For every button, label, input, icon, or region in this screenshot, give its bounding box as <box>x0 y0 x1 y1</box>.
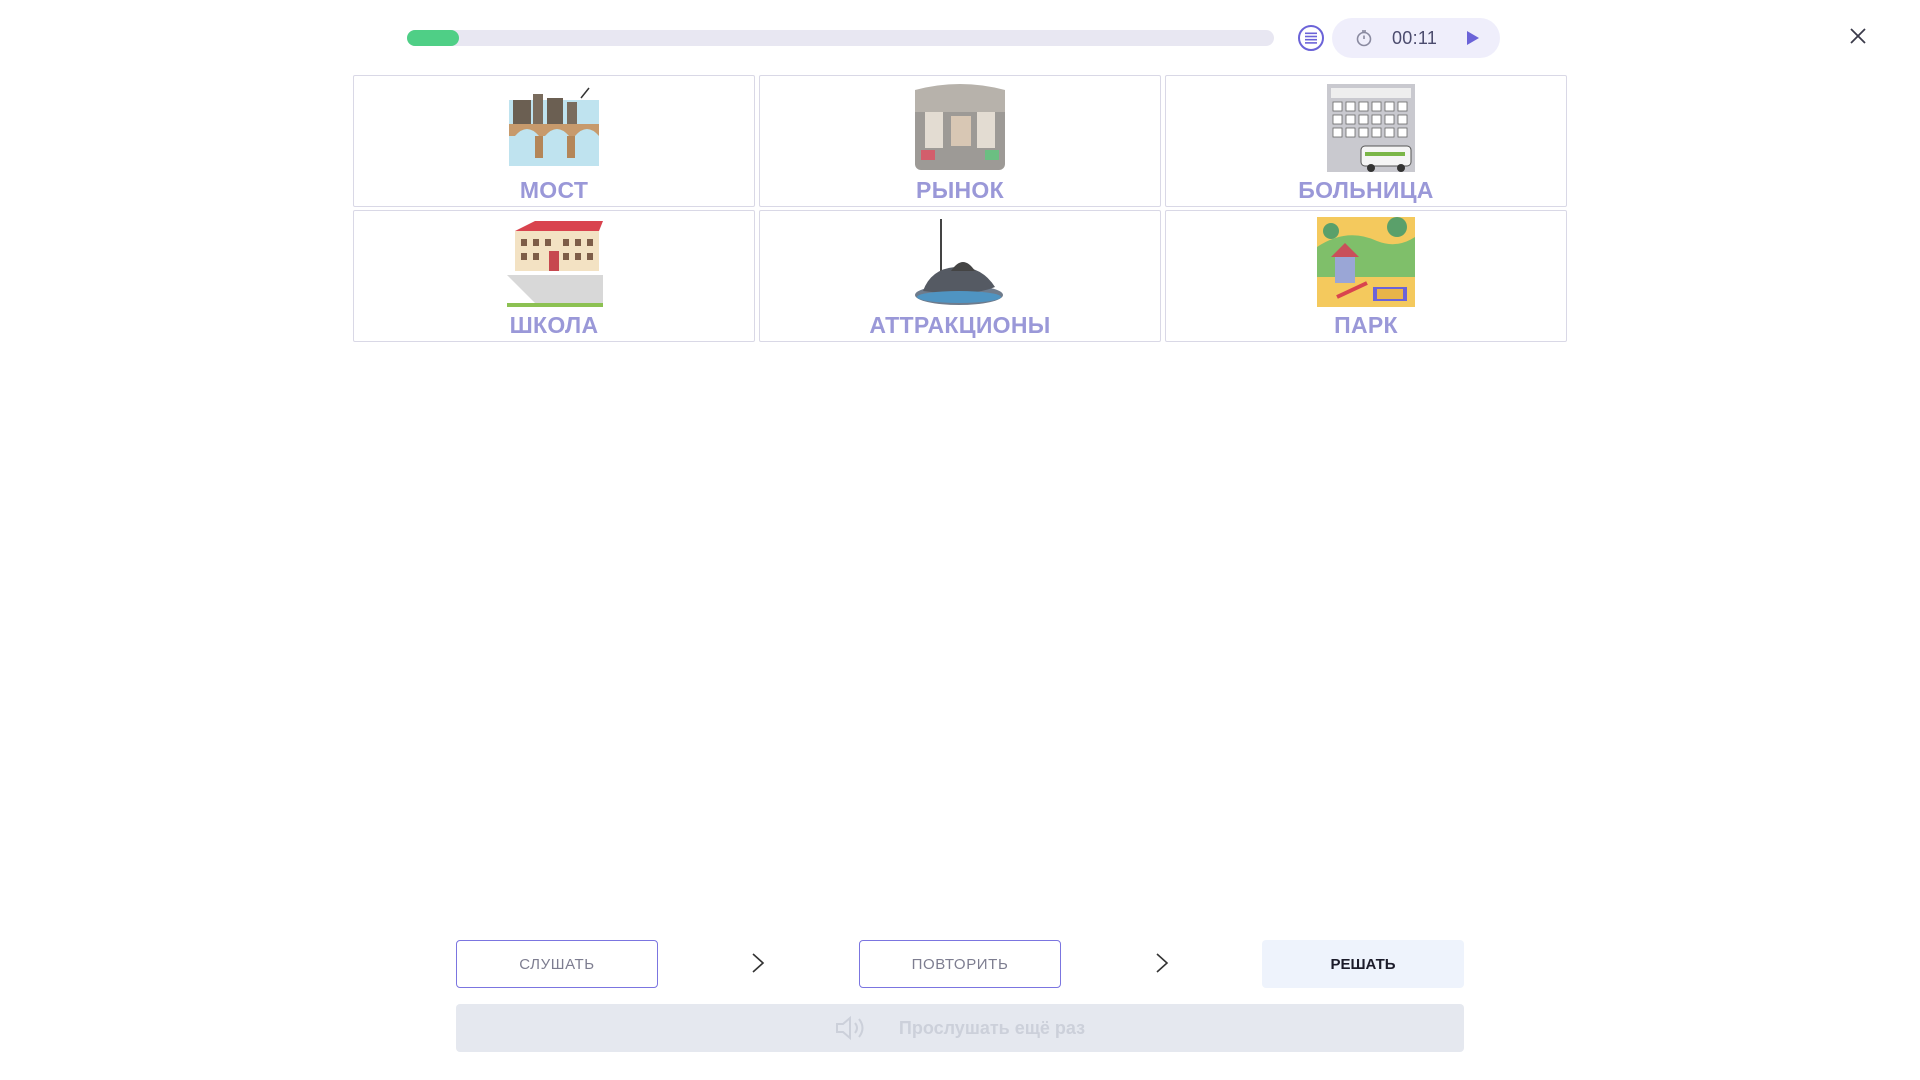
card-hospital[interactable]: БОЛЬНИЦА <box>1165 75 1567 207</box>
repeat-button[interactable]: ПОВТОРИТЬ <box>859 940 1061 988</box>
card-label: ШКОЛА <box>509 312 599 338</box>
card-bridge[interactable]: МОСТ <box>353 75 755 207</box>
answer-grid: МОСТ РЫНОК БОЛЬНИЦА ШКОЛА АТТРАКЦИОНЫ ПА… <box>353 75 1567 342</box>
school-picture <box>507 221 603 307</box>
progress-bar-fill <box>407 30 460 46</box>
bridge-picture <box>509 87 599 166</box>
close-icon <box>1850 28 1866 44</box>
timer: 00:11 <box>1332 18 1500 58</box>
hospital-picture <box>1327 84 1415 172</box>
card-label: ПАРК <box>1334 312 1398 338</box>
listen-again-button[interactable]: Прослушать ещё раз <box>456 1004 1464 1052</box>
card-label: БОЛЬНИЦА <box>1298 177 1434 203</box>
listen-button[interactable]: СЛУШАТЬ <box>456 940 658 988</box>
card-market[interactable]: РЫНОК <box>759 75 1161 207</box>
chevron-right-icon <box>752 953 765 973</box>
progress-bar <box>407 30 1274 46</box>
menu-list-button[interactable] <box>1298 25 1324 51</box>
market-picture <box>915 84 1005 170</box>
speaker-icon <box>835 1015 864 1041</box>
stopwatch-icon <box>1356 30 1372 47</box>
card-label: РЫНОК <box>916 177 1004 203</box>
solve-button[interactable]: РЕШАТЬ <box>1262 940 1464 988</box>
card-label: МОСТ <box>519 177 589 203</box>
list-icon <box>1305 32 1317 44</box>
card-label: АТТРАКЦИОНЫ <box>869 312 1051 338</box>
close-button[interactable] <box>1846 24 1870 48</box>
card-school[interactable]: ШКОЛА <box>353 210 755 342</box>
park-picture <box>1317 217 1415 307</box>
bumper-car-picture <box>915 219 1003 305</box>
chevron-right-icon <box>1156 953 1169 973</box>
listen-again-label: Прослушать ещё раз <box>898 1017 1086 1038</box>
play-icon[interactable] <box>1462 28 1482 48</box>
timer-value: 00:11 <box>1392 28 1438 48</box>
card-park[interactable]: ПАРК <box>1165 210 1567 342</box>
card-attractions[interactable]: АТТРАКЦИОНЫ <box>759 210 1161 342</box>
